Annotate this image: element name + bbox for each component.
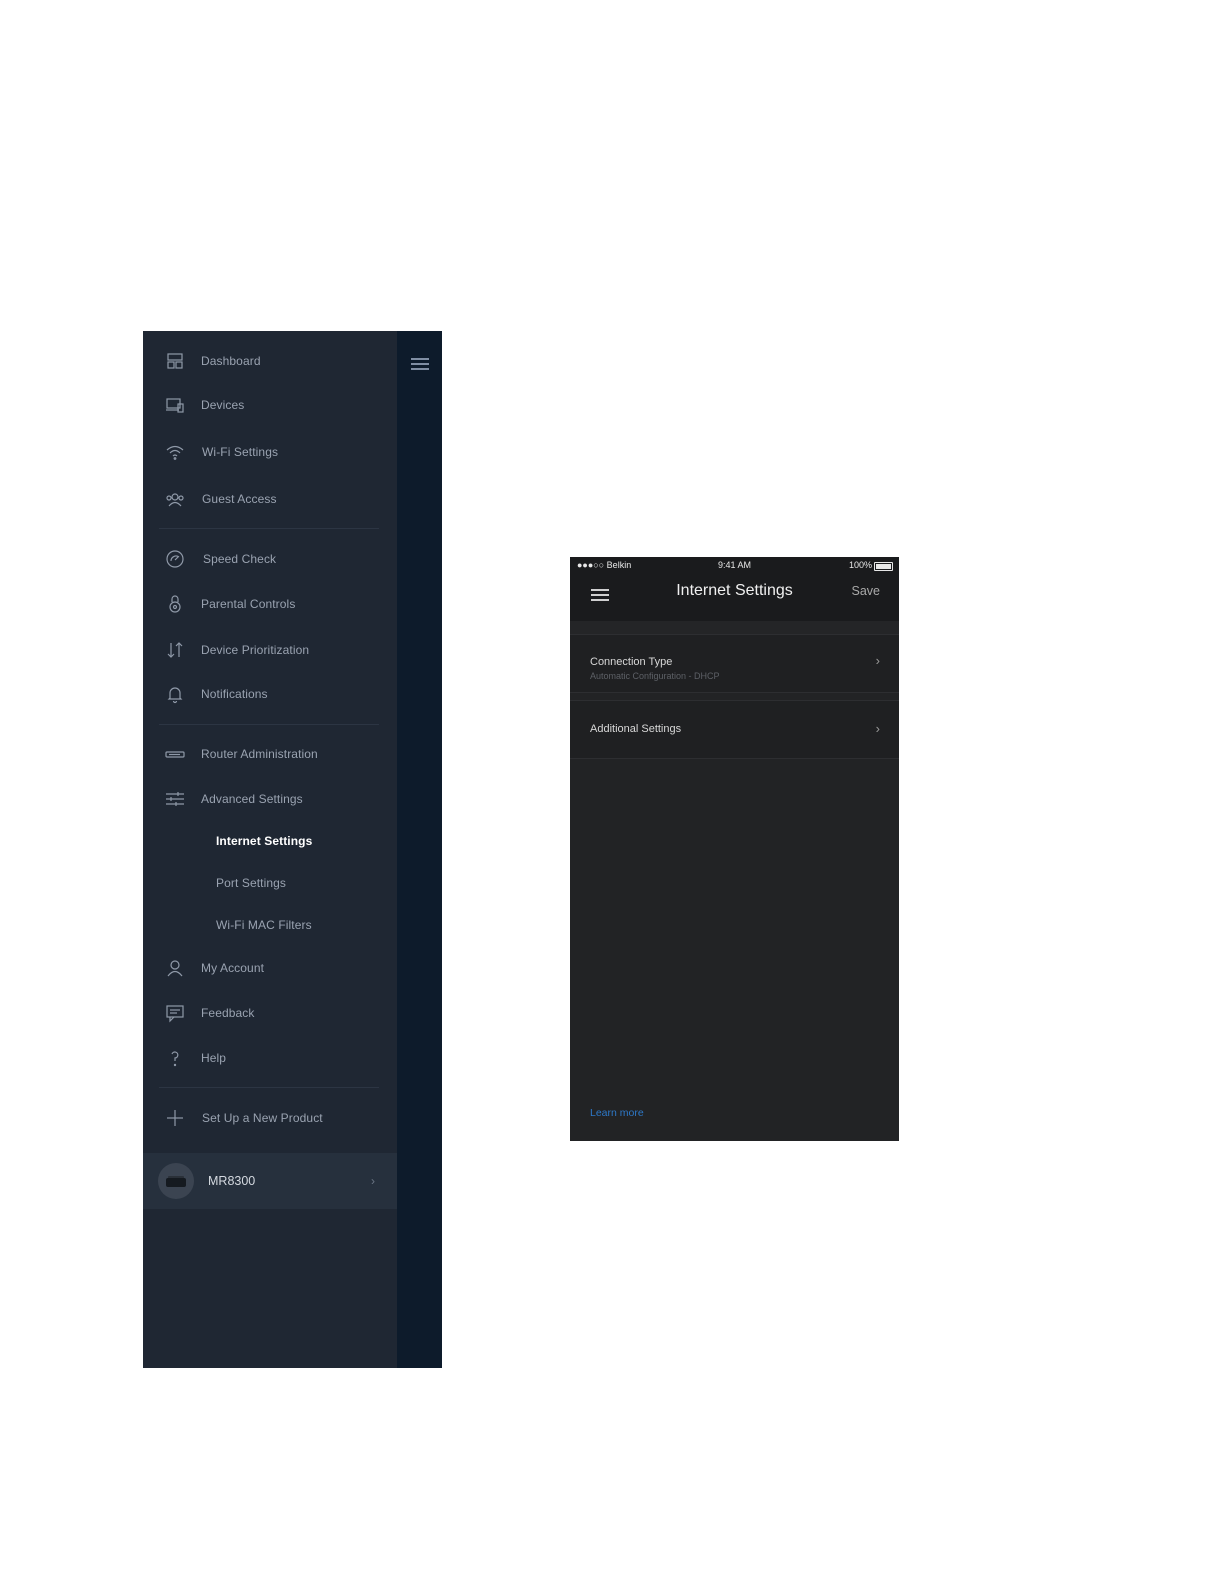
save-button[interactable]: Save [852, 584, 881, 598]
menu-subitem-wifi-mac-filters[interactable]: Wi-Fi MAC Filters [143, 908, 397, 942]
menu-subitem-internet-settings[interactable]: Internet Settings [143, 824, 397, 858]
menu-item-dashboard[interactable]: Dashboard [143, 344, 397, 378]
menu-item-label: Help [201, 1051, 227, 1065]
menu-item-label: Wi-Fi Settings [202, 445, 279, 459]
router-icon [164, 743, 186, 765]
person-icon [164, 957, 186, 979]
menu-item-my-account[interactable]: My Account [143, 951, 397, 985]
wifi-icon [164, 441, 186, 463]
collapsed-content-strip [397, 331, 442, 1368]
menu-item-label: My Account [201, 961, 265, 975]
menu-item-notifications[interactable]: Notifications [143, 677, 397, 711]
guest-access-icon [164, 488, 186, 510]
menu-item-guest-access[interactable]: Guest Access [143, 482, 397, 516]
menu-item-label: Set Up a New Product [202, 1111, 323, 1125]
menu-divider [159, 1087, 379, 1088]
navigation-menu-screenshot: Dashboard Devices Wi-Fi Settings Guest A… [143, 331, 442, 1368]
dashboard-icon [164, 350, 186, 372]
menu-item-label: Dashboard [201, 354, 261, 368]
battery-percentage: 100% [848, 560, 872, 570]
menu-item-label: Parental Controls [201, 597, 296, 611]
plus-icon [164, 1107, 186, 1129]
row-title: Connection Type [590, 656, 673, 668]
menu-panel: Dashboard Devices Wi-Fi Settings Guest A… [143, 331, 397, 1368]
menu-item-label: Notifications [201, 687, 268, 701]
internet-settings-screenshot: ●●●○○ Belkin 9:41 AM 100% Internet Setti… [570, 557, 899, 1141]
chevron-right-icon: › [371, 1174, 375, 1188]
question-mark-icon [164, 1047, 186, 1069]
menu-item-label: Guest Access [202, 492, 277, 506]
menu-item-router-administration[interactable]: Router Administration [143, 737, 397, 771]
additional-settings-row[interactable]: Additional Settings › [570, 700, 899, 759]
hamburger-menu-icon[interactable] [411, 357, 429, 371]
speedometer-icon [164, 548, 186, 570]
menu-item-label: Advanced Settings [201, 792, 303, 806]
menu-item-speed-check[interactable]: Speed Check [143, 542, 397, 576]
menu-divider [159, 724, 379, 725]
menu-item-feedback[interactable]: Feedback [143, 996, 397, 1030]
menu-subitem-label: Wi-Fi MAC Filters [216, 918, 312, 932]
row-subtitle: Automatic Configuration - DHCP [590, 671, 720, 681]
menu-item-device-prioritization[interactable]: Device Prioritization [143, 633, 397, 667]
bell-icon [164, 683, 186, 705]
menu-item-label: Feedback [201, 1006, 255, 1020]
menu-item-help[interactable]: Help [143, 1041, 397, 1075]
menu-item-devices[interactable]: Devices [143, 388, 397, 422]
learn-more-link[interactable]: Learn more [590, 1107, 644, 1119]
chevron-right-icon: › [875, 653, 880, 668]
menu-item-parental-controls[interactable]: Parental Controls [143, 587, 397, 621]
menu-subitem-port-settings[interactable]: Port Settings [143, 866, 397, 900]
menu-subitem-label: Internet Settings [216, 834, 313, 848]
router-avatar [158, 1163, 194, 1199]
menu-item-set-up-new-product[interactable]: Set Up a New Product [143, 1101, 397, 1135]
sliders-icon [164, 788, 186, 810]
battery-icon [874, 562, 893, 571]
menu-item-label: Device Prioritization [201, 643, 310, 657]
menu-item-label: Speed Check [203, 552, 277, 566]
menu-subitem-label: Port Settings [216, 876, 287, 890]
section-spacer [570, 621, 899, 634]
chevron-right-icon: › [875, 721, 880, 736]
menu-divider [159, 528, 379, 529]
device-name: MR8300 [208, 1174, 256, 1188]
row-title: Additional Settings [590, 723, 682, 735]
device-selector[interactable]: MR8300 › [143, 1153, 397, 1209]
padlock-icon [164, 593, 186, 615]
menu-item-label: Devices [201, 398, 245, 412]
menu-item-advanced-settings[interactable]: Advanced Settings [143, 782, 397, 816]
feedback-icon [164, 1002, 186, 1024]
page-title: Internet Settings [676, 582, 793, 599]
menu-item-wifi-settings[interactable]: Wi-Fi Settings [143, 435, 397, 469]
menu-item-label: Router Administration [201, 747, 318, 761]
status-bar: ●●●○○ Belkin 9:41 AM 100% [570, 557, 899, 575]
up-down-arrows-icon [164, 639, 186, 661]
devices-icon [164, 394, 186, 416]
connection-type-row[interactable]: Connection Type Automatic Configuration … [570, 634, 899, 693]
